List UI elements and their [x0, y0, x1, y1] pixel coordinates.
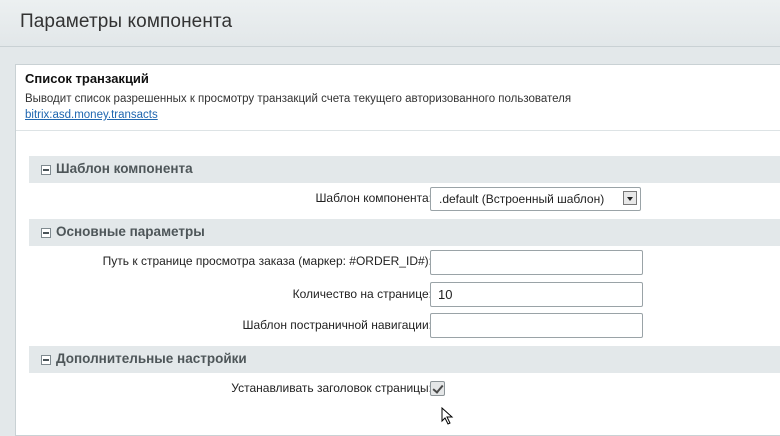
component-panel: Список транзакций Выводит список разреше…: [15, 64, 780, 436]
dialog-title: Параметры компонента: [20, 11, 233, 32]
component-code-link[interactable]: bitrix:asd.money.transacts: [25, 109, 158, 121]
chevron-down-icon[interactable]: [623, 191, 637, 205]
collapse-icon[interactable]: [41, 355, 51, 365]
order-path-label: Путь к странице просмотра заказа (маркер…: [102, 254, 432, 268]
component-description: Выводит список разрешенных к просмотру т…: [25, 93, 572, 105]
set-title-label: Устанавливать заголовок страницы:: [231, 381, 432, 395]
divider: [16, 130, 780, 131]
collapse-icon[interactable]: [41, 165, 51, 175]
component-info: Список транзакций Выводит список разреше…: [25, 71, 571, 123]
pager-template-label: Шаблон постраничной навигации:: [242, 318, 433, 332]
order-path-input[interactable]: [430, 250, 643, 275]
template-select-value: .default (Встроенный шаблон): [439, 192, 605, 206]
section-main-params: Основные параметры: [29, 219, 780, 246]
page-count-label: Количество на странице:: [292, 287, 432, 301]
section-title: Шаблон компонента: [56, 161, 193, 176]
dialog-titlebar: Параметры компонента: [0, 0, 780, 47]
template-label: Шаблон компонента:: [315, 191, 432, 205]
section-title: Дополнительные настройки: [56, 351, 247, 366]
page-count-input[interactable]: [430, 282, 643, 307]
mouse-cursor-icon: [441, 407, 454, 425]
set-title-checkbox[interactable]: [430, 381, 445, 396]
section-title: Основные параметры: [56, 224, 205, 239]
component-name: Список транзакций: [25, 71, 149, 86]
template-select[interactable]: .default (Встроенный шаблон): [430, 187, 641, 211]
pager-template-input[interactable]: [430, 313, 643, 338]
collapse-icon[interactable]: [41, 228, 51, 238]
section-additional-settings: Дополнительные настройки: [29, 346, 780, 373]
section-template: Шаблон компонента: [29, 156, 780, 183]
